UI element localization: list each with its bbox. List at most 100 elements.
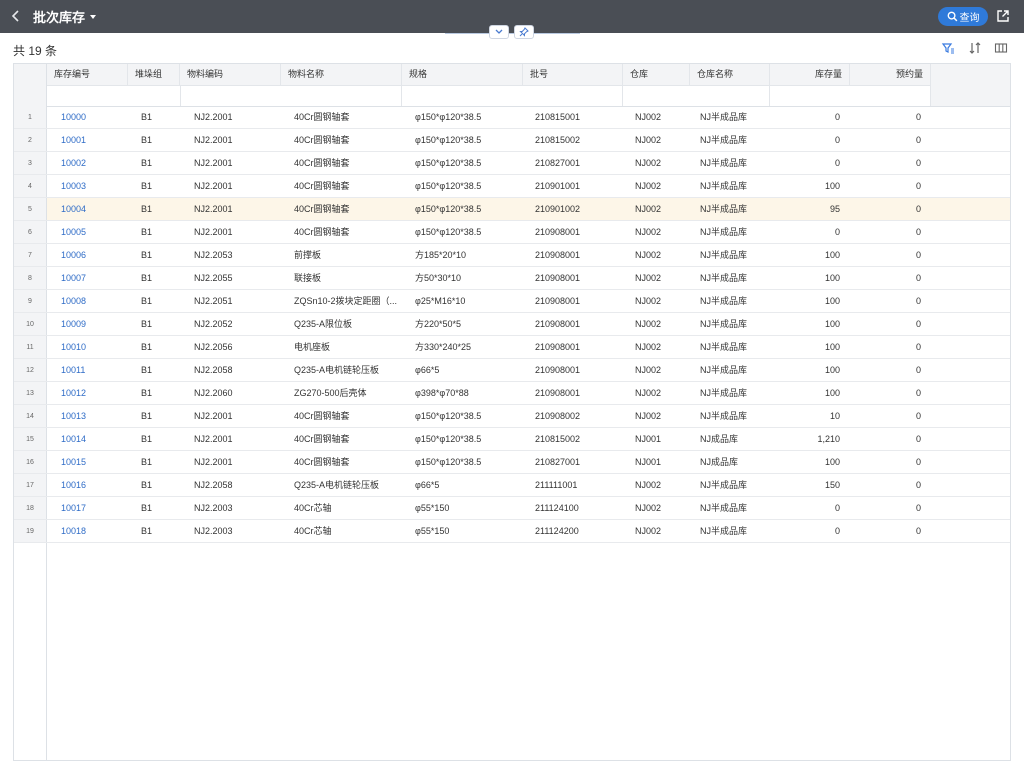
table-cell: NJ002 — [635, 503, 662, 513]
table-cell: NJ半成品库 — [700, 296, 747, 306]
chevron-left-icon[interactable] — [8, 8, 24, 24]
table-row[interactable]: 12 10011 B1 NJ2.2058 Q235-A电机链轮压板 φ66*5 210908… — [14, 359, 1010, 382]
table-cell: 210908001 — [535, 250, 581, 260]
row-number: 10 — [14, 313, 47, 335]
filter-input[interactable] — [623, 85, 770, 106]
column-header[interactable]: 物料名称 — [281, 64, 402, 85]
stock-id-link[interactable]: 10003 — [54, 175, 129, 197]
table-row[interactable]: 6 10005 B1 NJ2.2001 40Cr圆钢轴套 φ150*φ120*38.5 21… — [14, 221, 1010, 244]
pin-icon — [519, 27, 529, 37]
table-row[interactable]: 14 10013 B1 NJ2.2001 40Cr圆钢轴套 φ150*φ120*38.5 2… — [14, 405, 1010, 428]
table-row[interactable]: 2 10001 B1 NJ2.2001 40Cr圆钢轴套 φ150*φ120*38.5 21… — [14, 129, 1010, 152]
page-title-dropdown[interactable]: 批次库存 — [33, 0, 97, 33]
table-row[interactable]: 11 10010 B1 NJ2.2056 电机座板 方330*240*25 21090800… — [14, 336, 1010, 359]
table-cell: 95 — [829, 204, 840, 214]
stock-id-link[interactable]: 10017 — [54, 497, 129, 519]
table-cell: 40Cr圆钢轴套 — [294, 227, 350, 237]
stock-id-link[interactable]: 10005 — [54, 221, 129, 243]
table-cell: ZG270-500后壳体 — [294, 388, 367, 398]
table-cell: NJ002 — [635, 342, 662, 352]
table-cell: 0 — [915, 342, 921, 352]
table-cell: 40Cr圆钢轴套 — [294, 411, 350, 421]
table-cell: φ66*5 — [415, 480, 440, 490]
table-row[interactable]: 13 10012 B1 NJ2.2060 ZG270-500后壳体 φ398*φ70*88… — [14, 382, 1010, 405]
column-header[interactable]: 库存量 — [770, 64, 850, 85]
table-cell: NJ2.2051 — [194, 296, 233, 306]
stock-id-link[interactable]: 10013 — [54, 405, 129, 427]
table-cell: NJ半成品库 — [700, 319, 747, 329]
table-cell: φ150*φ120*38.5 — [415, 135, 482, 145]
pin-button[interactable] — [514, 25, 534, 39]
table-cell: B1 — [141, 158, 153, 168]
table-cell: 0 — [915, 112, 921, 122]
table-row[interactable]: 16 10015 B1 NJ2.2001 40Cr圆钢轴套 φ150*φ120*38.5 2… — [14, 451, 1010, 474]
table-row[interactable]: 18 10017 B1 NJ2.2003 40Cr芯轴 φ55*150 211124100 N… — [14, 497, 1010, 520]
filter-input[interactable] — [47, 85, 181, 106]
table-cell: B1 — [141, 411, 153, 421]
stock-id-link[interactable]: 10006 — [54, 244, 129, 266]
stock-id-link[interactable]: 10008 — [54, 290, 129, 312]
column-header[interactable]: 物料编码 — [180, 64, 281, 85]
columns-icon[interactable] — [994, 41, 1008, 55]
table-cell: 方220*50*5 — [415, 319, 462, 329]
table-cell: 40Cr圆钢轴套 — [294, 204, 350, 214]
stock-id-link[interactable]: 10018 — [54, 520, 129, 542]
table-cell: NJ002 — [635, 365, 662, 375]
column-header[interactable]: 预约量 — [850, 64, 931, 85]
stock-id-link[interactable]: 10014 — [54, 428, 129, 450]
stock-id-link[interactable]: 10016 — [54, 474, 129, 496]
filter-icon[interactable] — [941, 41, 955, 55]
filter-input[interactable] — [402, 85, 623, 106]
table-row[interactable]: 9 10008 B1 NJ2.2051 ZQSn10-2拨块定距圈（... φ25*M16… — [14, 290, 1010, 313]
table-row[interactable]: 10 10009 B1 NJ2.2052 Q235-A限位板 方220*50*5 21090… — [14, 313, 1010, 336]
table-row[interactable]: 7 10006 B1 NJ2.2053 前撑板 方185*20*10 210908001 NJ… — [14, 244, 1010, 267]
table-row[interactable]: 8 10007 B1 NJ2.2055 联接板 方50*30*10 210908001 NJ0… — [14, 267, 1010, 290]
table-row[interactable]: 4 10003 B1 NJ2.2001 40Cr圆钢轴套 φ150*φ120*38.5 21… — [14, 175, 1010, 198]
stock-id-link[interactable]: 10007 — [54, 267, 129, 289]
column-header[interactable]: 规格 — [402, 64, 523, 85]
table-row[interactable]: 1 10000 B1 NJ2.2001 40Cr圆钢轴套 φ150*φ120*38.5 21… — [14, 106, 1010, 129]
stock-id-link[interactable]: 10001 — [54, 129, 129, 151]
table-cell: 210827001 — [535, 158, 581, 168]
row-number: 6 — [14, 221, 47, 243]
row-number: 16 — [14, 451, 47, 473]
filter-input[interactable] — [181, 85, 402, 106]
query-button[interactable]: 查询 — [938, 7, 988, 26]
table-cell: 0 — [834, 503, 840, 513]
table-cell: NJ002 — [635, 480, 662, 490]
table-cell: NJ2.2001 — [194, 457, 233, 467]
column-header[interactable]: 批号 — [523, 64, 623, 85]
table-row[interactable]: 19 10018 B1 NJ2.2003 40Cr芯轴 φ55*150 211124200 N… — [14, 520, 1010, 543]
filter-input[interactable] — [770, 85, 931, 106]
table-row[interactable]: 5 10004 B1 NJ2.2001 40Cr圆钢轴套 φ150*φ120*38.5 21… — [14, 198, 1010, 221]
table-cell: NJ半成品库 — [700, 503, 747, 513]
table-row[interactable]: 17 10016 B1 NJ2.2058 Q235-A电机链轮压板 φ66*5 211111… — [14, 474, 1010, 497]
table-row[interactable]: 15 10014 B1 NJ2.2001 40Cr圆钢轴套 φ150*φ120*38.5 2… — [14, 428, 1010, 451]
stock-id-link[interactable]: 10009 — [54, 313, 129, 335]
stock-id-link[interactable]: 10000 — [54, 106, 129, 128]
stock-id-link[interactable]: 10010 — [54, 336, 129, 358]
external-link-icon[interactable] — [996, 9, 1010, 23]
stock-id-link[interactable]: 10012 — [54, 382, 129, 404]
stock-id-link[interactable]: 10011 — [54, 359, 129, 381]
table-cell: NJ002 — [635, 135, 662, 145]
table-cell: 0 — [915, 296, 921, 306]
stock-id-link[interactable]: 10015 — [54, 451, 129, 473]
sort-icon[interactable] — [968, 41, 982, 55]
collapse-button[interactable] — [489, 25, 509, 39]
stock-id-link[interactable]: 10004 — [54, 198, 129, 220]
column-header[interactable]: 堆垛组 — [128, 64, 180, 85]
row-number: 9 — [14, 290, 47, 312]
column-header[interactable]: 库存编号 — [47, 64, 128, 85]
table-cell: 40Cr圆钢轴套 — [294, 112, 350, 122]
stock-id-link[interactable]: 10002 — [54, 152, 129, 174]
table-cell: φ25*M16*10 — [415, 296, 466, 306]
row-number: 3 — [14, 152, 47, 174]
column-header[interactable]: 仓库 — [623, 64, 690, 85]
table-cell: 0 — [915, 365, 921, 375]
column-header[interactable]: 仓库名称 — [690, 64, 770, 85]
table-cell: NJ002 — [635, 158, 662, 168]
table-cell: 10 — [829, 411, 840, 421]
table-cell: φ150*φ120*38.5 — [415, 457, 482, 467]
table-row[interactable]: 3 10002 B1 NJ2.2001 40Cr圆钢轴套 φ150*φ120*38.5 21… — [14, 152, 1010, 175]
